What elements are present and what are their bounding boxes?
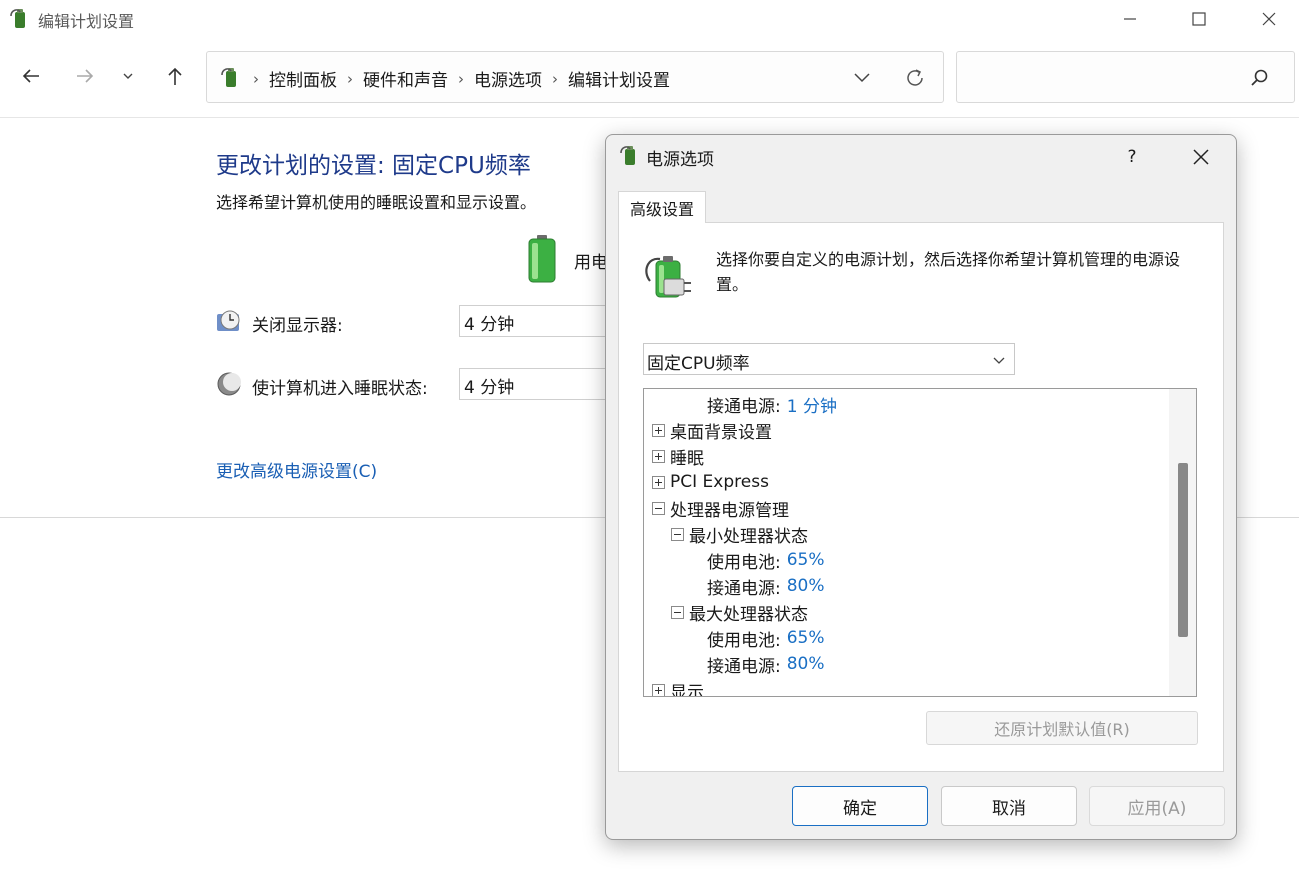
tree-item-label: PCI Express	[670, 472, 769, 492]
power-options-icon	[221, 68, 236, 87]
breadcrumb-separator: ›	[253, 69, 259, 88]
expand-icon[interactable]	[652, 423, 665, 437]
expand-icon[interactable]	[652, 449, 665, 463]
tree-item-label: 使用电池:	[707, 630, 781, 651]
back-arrow-icon	[22, 69, 39, 83]
power-options-dialog: 电源选项 ? 高级设置 选择你要自定义的电源计划，然后选择你希望计算机管理的电源…	[605, 134, 1237, 840]
tree-item-label: 使用电池:	[707, 552, 781, 573]
tab-advanced-settings[interactable]: 高级设置	[618, 191, 706, 223]
refresh-icon[interactable]	[903, 66, 927, 90]
tree-item[interactable]: 处理器电源管理	[652, 495, 789, 521]
settings-tree[interactable]: 显示 接通电源: 80% 使用电池: 65% 最大处理器状态 接通电源: 80% 使用电池: 65…	[643, 388, 1197, 697]
moon-sleep-icon	[217, 372, 241, 396]
cancel-button[interactable]: 取消	[941, 786, 1077, 826]
tree-item-value[interactable]: 65%	[787, 628, 825, 648]
minimize-icon	[1124, 18, 1136, 20]
tree-item-value[interactable]: 80%	[787, 576, 825, 596]
expand-icon[interactable]	[652, 475, 665, 489]
power-options-icon	[620, 146, 635, 165]
plug-icon	[645, 256, 691, 298]
battery-column-label: 用电	[574, 253, 608, 273]
advanced-power-settings-link[interactable]: 更改高级电源设置(C)	[216, 457, 377, 482]
close-icon	[1193, 149, 1209, 165]
breadcrumb-separator: ›	[552, 69, 558, 88]
expand-icon[interactable]	[652, 683, 665, 696]
tree-item[interactable]: 使用电池: 65%	[707, 625, 825, 651]
tree-item-label: 接通电源:	[707, 578, 781, 599]
maximize-button[interactable]	[1176, 0, 1222, 38]
tree-item[interactable]: 最小处理器状态	[671, 521, 808, 547]
tree-item[interactable]: 睡眠	[652, 443, 704, 469]
dialog-title: 电源选项	[646, 150, 714, 170]
collapse-icon[interactable]	[671, 527, 684, 541]
breadcrumb-item[interactable]: 硬件和声音	[363, 66, 448, 91]
window-title: 编辑计划设置	[38, 12, 135, 31]
dialog-close-button[interactable]	[1184, 141, 1218, 173]
dialog-intro-text: 选择你要自定义的电源计划，然后选择你希望计算机管理的电源设置。	[716, 250, 1181, 294]
breadcrumb-item[interactable]: 电源选项	[474, 66, 542, 91]
close-button[interactable]	[1246, 0, 1292, 38]
sleep-label: 使计算机进入睡眠状态:	[252, 379, 428, 399]
tree-item-value[interactable]: 1 分钟	[787, 392, 837, 417]
tree-item-label: 最小处理器状态	[689, 526, 808, 547]
page-subtitle: 选择希望计算机使用的睡眠设置和显示设置。	[216, 193, 537, 212]
breadcrumb: › 控制面板 › 硬件和声音 › 电源选项 › 编辑计划设置	[253, 66, 670, 92]
search-input[interactable]	[956, 51, 1295, 103]
help-button[interactable]: ?	[1116, 141, 1148, 173]
collapse-icon[interactable]	[671, 605, 684, 619]
turn-off-display-label: 关闭显示器:	[252, 316, 343, 336]
scrollbar[interactable]	[1169, 389, 1196, 696]
breadcrumb-item[interactable]: 编辑计划设置	[568, 66, 670, 91]
breadcrumb-item[interactable]: 控制面板	[269, 66, 337, 91]
breadcrumb-separator: ›	[347, 69, 353, 88]
tree-item[interactable]: 接通电源: 80%	[707, 573, 825, 599]
collapse-icon[interactable]	[652, 501, 665, 515]
power-plan-select[interactable]: 固定CPU频率	[643, 343, 1015, 375]
power-plan-value: 固定CPU频率	[647, 354, 750, 374]
apply-button[interactable]: 应用(A)	[1089, 786, 1225, 826]
tree-item[interactable]: 使用电池: 65%	[707, 547, 825, 573]
up-arrow-icon	[168, 67, 182, 85]
minimize-button[interactable]	[1107, 0, 1153, 38]
recent-locations-button[interactable]	[112, 60, 144, 92]
battery-icon	[528, 235, 556, 283]
tree-item[interactable]: 桌面背景设置	[652, 417, 772, 443]
forward-arrow-icon	[77, 69, 94, 83]
search-icon	[1251, 69, 1268, 86]
scrollbar-thumb[interactable]	[1178, 463, 1188, 637]
tree-item[interactable]: PCI Express	[652, 469, 769, 495]
tree-item[interactable]: 显示	[652, 677, 704, 697]
tree-item-value[interactable]: 80%	[787, 654, 825, 674]
tree-item-label: 显示	[670, 682, 704, 697]
title-bar: 编辑计划设置	[0, 0, 1299, 38]
tree-item[interactable]: 接通电源: 80%	[707, 651, 825, 677]
chevron-down-icon	[123, 73, 133, 79]
tree-item-label: 桌面背景设置	[670, 422, 772, 443]
tree-item[interactable]: 最大处理器状态	[671, 599, 808, 625]
breadcrumb-separator: ›	[458, 69, 464, 88]
tree-item-label: 接通电源:	[707, 396, 781, 417]
back-button[interactable]	[15, 60, 47, 92]
up-button[interactable]	[159, 60, 191, 92]
close-icon	[1262, 12, 1276, 26]
power-options-icon	[10, 9, 25, 28]
tree-item-label: 睡眠	[670, 448, 704, 469]
tree-item-value[interactable]: 65%	[787, 550, 825, 570]
tree-item-label: 接通电源:	[707, 656, 781, 677]
ok-button[interactable]: 确定	[792, 786, 928, 826]
tree-item-label: 处理器电源管理	[670, 500, 789, 521]
tree-item-label: 最大处理器状态	[689, 604, 808, 625]
forward-button[interactable]	[69, 60, 101, 92]
restore-defaults-button[interactable]: 还原计划默认值(R)	[926, 711, 1198, 745]
tree-item[interactable]: 接通电源: 1 分钟	[707, 391, 837, 417]
chevron-down-icon[interactable]	[851, 66, 873, 88]
clock-monitor-icon	[217, 310, 240, 331]
divider	[0, 117, 1299, 118]
page-title: 更改计划的设置: 固定CPU频率	[216, 153, 531, 179]
address-bar[interactable]: › 控制面板 › 硬件和声音 › 电源选项 › 编辑计划设置	[206, 51, 944, 103]
maximize-icon	[1192, 12, 1206, 26]
chevron-down-icon	[993, 357, 1005, 364]
